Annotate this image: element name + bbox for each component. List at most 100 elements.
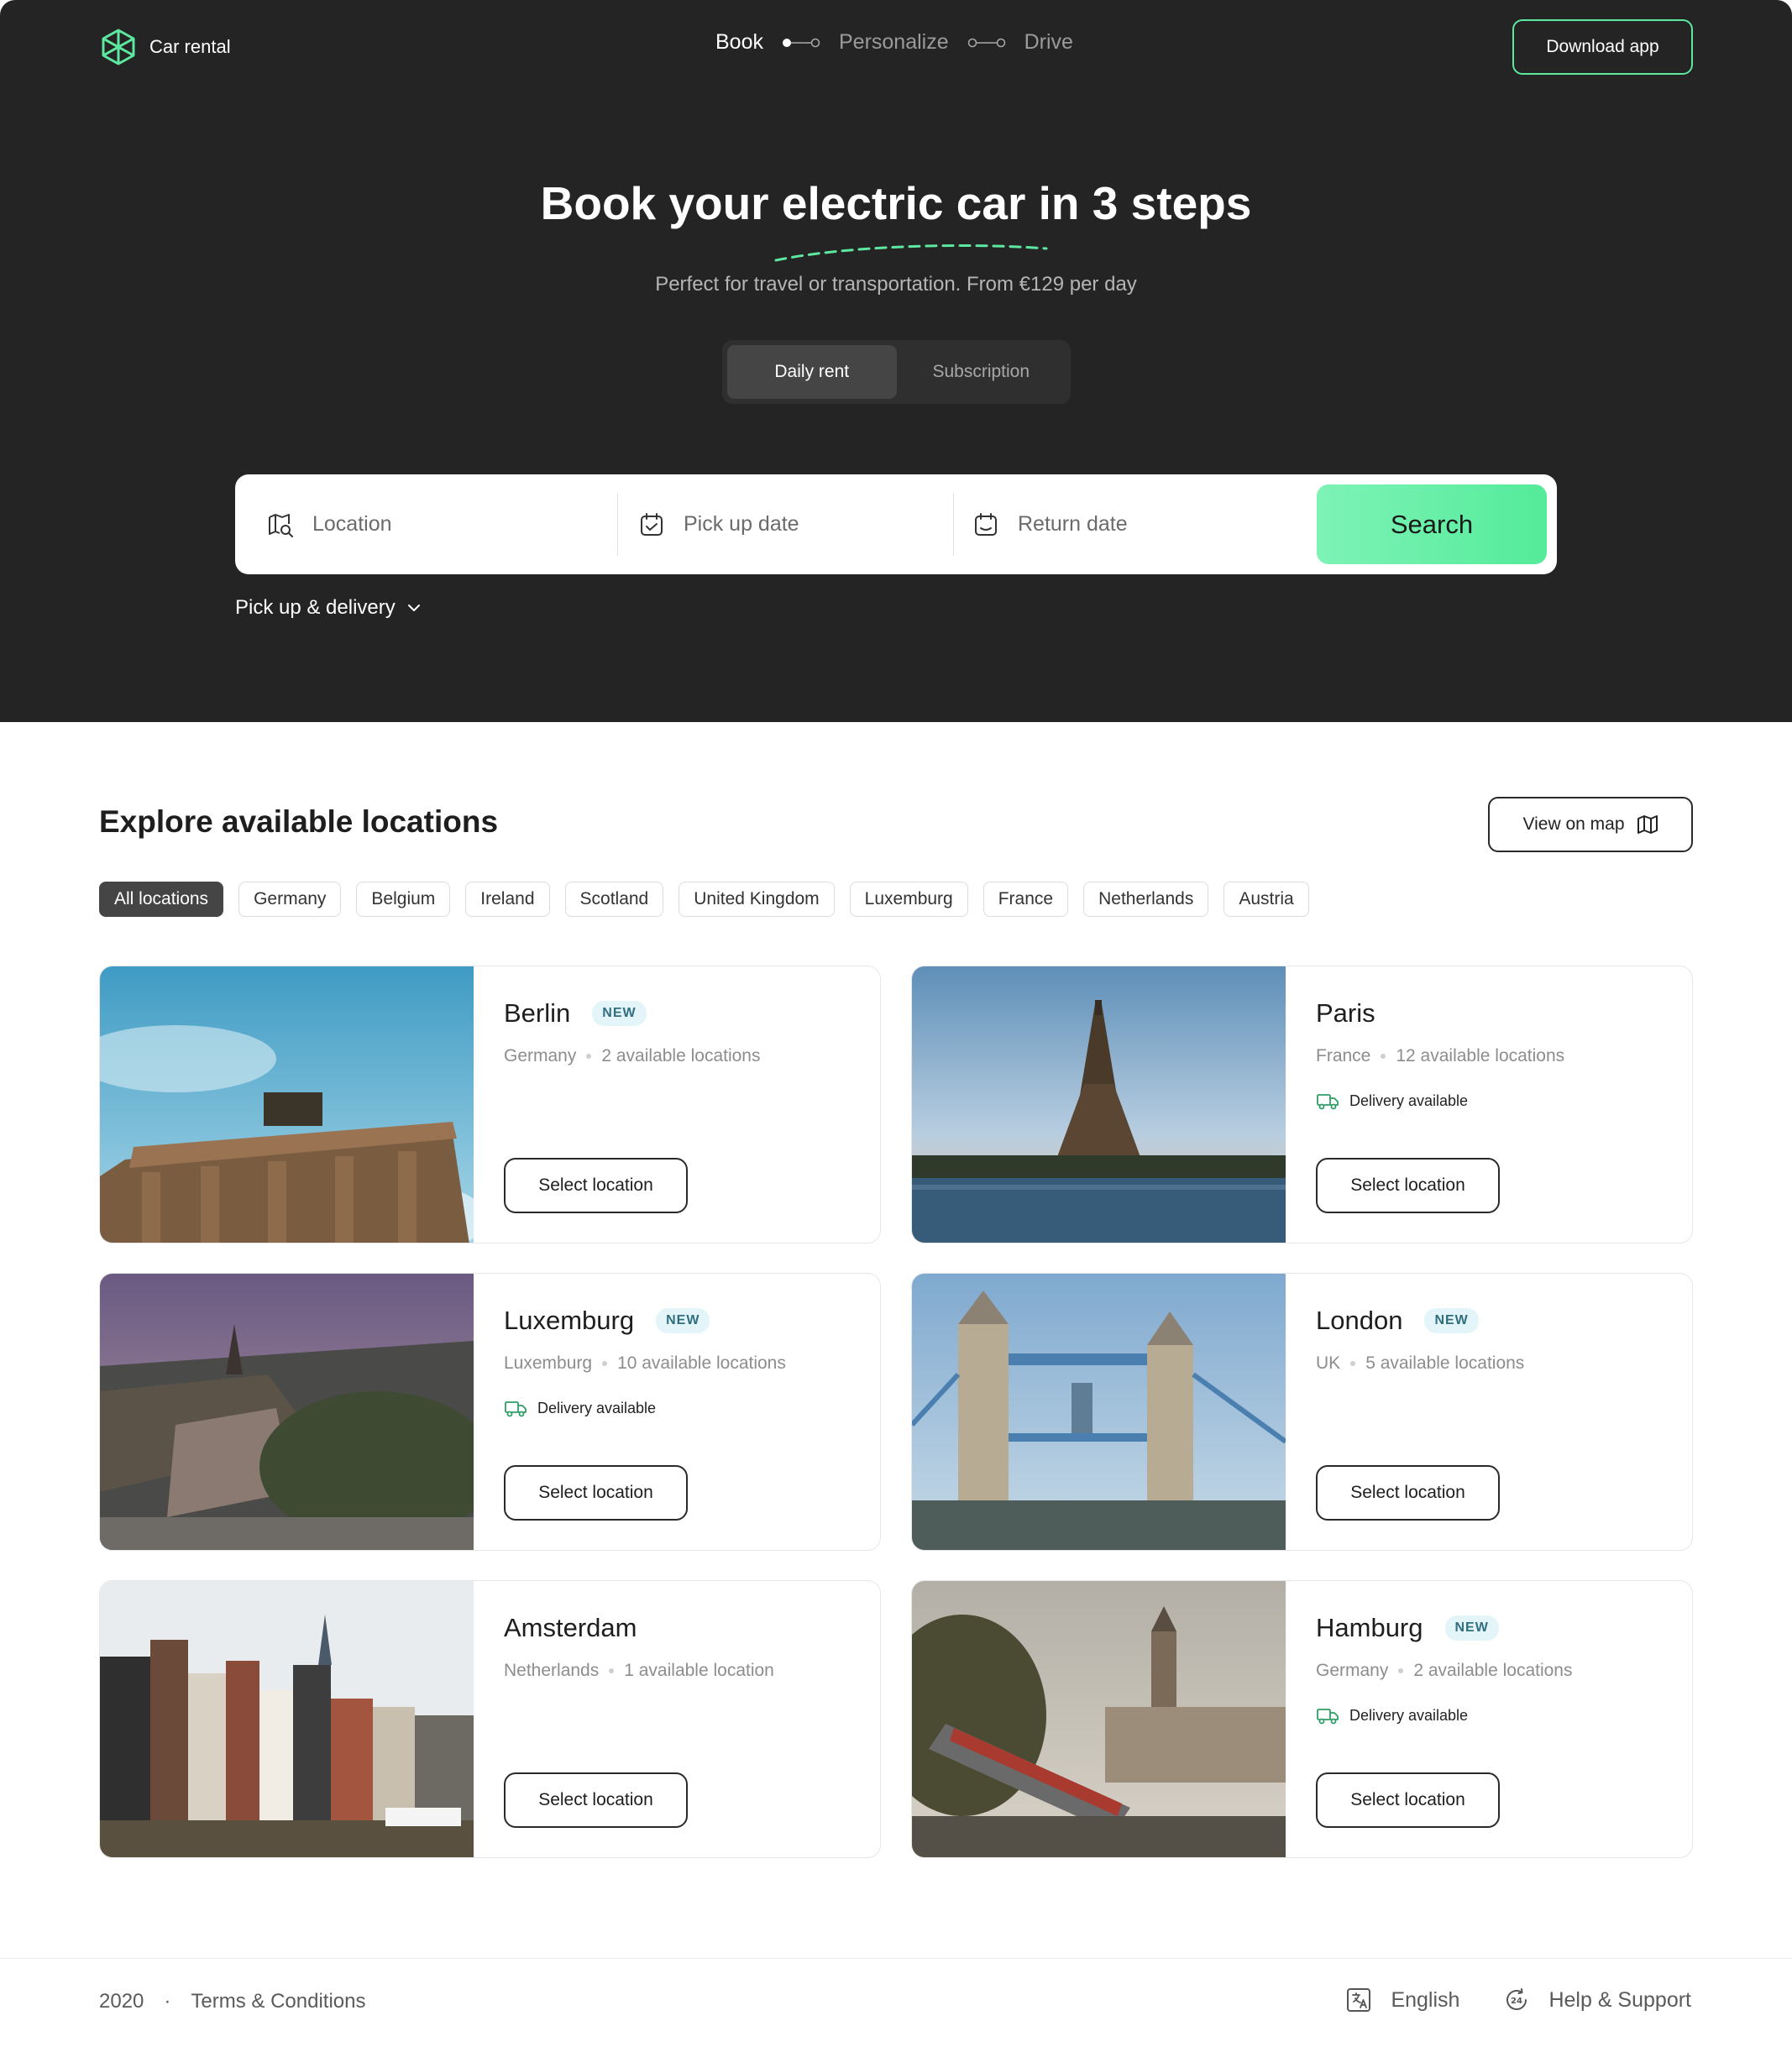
meta-separator-dot <box>1381 1054 1386 1059</box>
brand-name: Car rental <box>149 36 231 57</box>
card-title-row: Luxemburg NEW <box>504 1306 710 1336</box>
footer-divider <box>0 1958 1792 1959</box>
hero-title: Book your electric car in 3 steps <box>540 177 1252 229</box>
filter-chip-netherlands[interactable]: Netherlands <box>1083 882 1209 917</box>
location-card-paris[interactable]: Paris France 12 available locations Deli… <box>911 966 1693 1243</box>
card-meta: France 12 available locations <box>1316 1046 1564 1066</box>
footer-separator: · <box>164 1990 171 2013</box>
brand-logo[interactable]: Car rental <box>101 29 231 65</box>
select-location-button[interactable]: Select location <box>504 1772 688 1828</box>
view-on-map-label: View on map <box>1522 814 1625 834</box>
select-location-button[interactable]: Select location <box>1316 1772 1500 1828</box>
paris-photo <box>912 966 1286 1243</box>
delivery-label: Delivery available <box>1349 1706 1469 1724</box>
location-card-luxemburg[interactable]: Luxemburg NEW Luxemburg 10 available loc… <box>99 1273 881 1551</box>
new-badge: NEW <box>656 1308 710 1333</box>
hero-section: Car rental Book Personalize Drive Downlo… <box>0 0 1792 722</box>
map-search-icon <box>269 513 293 537</box>
card-title-row: Berlin NEW <box>504 998 647 1029</box>
pickup-delivery-dropdown[interactable]: Pick up & delivery <box>235 596 421 620</box>
filter-chip-luxemburg[interactable]: Luxemburg <box>849 882 968 917</box>
new-badge: NEW <box>592 1001 647 1026</box>
return-date-field[interactable]: Return date <box>972 474 1292 574</box>
footer-right: English 24 Help & Support <box>1345 1987 1691 2013</box>
translate-icon <box>1347 1988 1371 2012</box>
filter-chip-ireland[interactable]: Ireland <box>465 882 550 917</box>
terms-link[interactable]: Terms & Conditions <box>191 1990 365 2013</box>
calendar-icon <box>975 512 997 536</box>
language-selector[interactable]: English <box>1345 1987 1459 2013</box>
filter-chip-all[interactable]: All locations <box>99 882 224 917</box>
city-name: Luxemburg <box>504 1306 635 1335</box>
delivery-truck-icon <box>1317 1094 1339 1110</box>
select-location-button[interactable]: Select location <box>1316 1465 1500 1521</box>
location-count: 2 available locations <box>601 1046 761 1065</box>
location-card-amsterdam[interactable]: Amsterdam Netherlands 1 available locati… <box>99 1580 881 1858</box>
country-name: Luxemburg <box>504 1353 593 1373</box>
search-button[interactable]: Search <box>1317 484 1547 564</box>
select-location-button[interactable]: Select location <box>1316 1158 1500 1213</box>
search-bar: Location Pick up date Return date Search <box>235 474 1557 574</box>
city-name: Paris <box>1316 998 1375 1028</box>
city-name: Hamburg <box>1316 1613 1423 1642</box>
location-field[interactable]: Location <box>267 474 603 574</box>
step-drive[interactable]: Drive <box>1024 30 1073 55</box>
download-app-button[interactable]: Download app <box>1512 19 1693 75</box>
city-name: London <box>1316 1306 1403 1335</box>
card-title-row: Amsterdam <box>504 1613 637 1643</box>
return-date-placeholder: Return date <box>1018 512 1128 536</box>
card-meta: Germany 2 available locations <box>504 1046 760 1066</box>
card-body: London NEW UK 5 available locations Sele… <box>1316 1274 1692 1550</box>
card-body: Paris France 12 available locations Deli… <box>1316 966 1692 1243</box>
step-book[interactable]: Book <box>715 30 763 55</box>
step-personalize[interactable]: Personalize <box>839 30 949 55</box>
country-name: Netherlands <box>504 1661 600 1680</box>
pickup-date-placeholder: Pick up date <box>684 512 799 536</box>
rent-mode-toggle: Daily rent Subscription <box>722 340 1071 404</box>
mode-daily-rent[interactable]: Daily rent <box>727 345 897 399</box>
new-badge: NEW <box>1424 1308 1479 1333</box>
select-location-button[interactable]: Select location <box>504 1465 688 1521</box>
card-title-row: Hamburg NEW <box>1316 1613 1499 1643</box>
location-card-london[interactable]: London NEW UK 5 available locations Sele… <box>911 1273 1693 1551</box>
filter-chip-scotland[interactable]: Scotland <box>564 882 664 917</box>
card-meta: Netherlands 1 available location <box>504 1661 774 1681</box>
delivery-available: Delivery available <box>1316 1705 1468 1725</box>
booking-steps: Book Personalize Drive <box>715 30 1073 55</box>
help-support-label: Help & Support <box>1548 1987 1691 2012</box>
delivery-available: Delivery available <box>1316 1091 1468 1111</box>
country-name: Germany <box>504 1046 577 1065</box>
country-name: Germany <box>1316 1661 1389 1680</box>
pickup-date-field[interactable]: Pick up date <box>638 474 941 574</box>
location-placeholder: Location <box>312 512 392 536</box>
card-body: Hamburg NEW Germany 2 available location… <box>1316 1581 1692 1857</box>
location-card-hamburg[interactable]: Hamburg NEW Germany 2 available location… <box>911 1580 1693 1858</box>
filter-chip-united-kingdom[interactable]: United Kingdom <box>679 882 835 917</box>
delivery-available: Delivery available <box>504 1398 656 1418</box>
select-location-button[interactable]: Select location <box>504 1158 688 1213</box>
filter-chip-austria[interactable]: Austria <box>1223 882 1309 917</box>
city-name: Amsterdam <box>504 1613 637 1642</box>
card-meta: Luxemburg 10 available locations <box>504 1353 786 1374</box>
meta-separator-dot <box>1398 1668 1404 1673</box>
location-card-berlin[interactable]: Berlin NEW Germany 2 available locations… <box>99 966 881 1243</box>
step-connector-icon <box>782 38 820 47</box>
calendar-icon <box>641 512 663 536</box>
delivery-label: Delivery available <box>537 1399 657 1416</box>
meta-separator-dot <box>1350 1361 1356 1366</box>
map-icon <box>1637 815 1658 834</box>
filter-chip-germany[interactable]: Germany <box>238 882 342 917</box>
meta-separator-dot <box>586 1054 592 1059</box>
card-body: Amsterdam Netherlands 1 available locati… <box>504 1581 880 1857</box>
hero-subtitle: Perfect for travel or transportation. Fr… <box>655 273 1137 296</box>
card-title-row: London NEW <box>1316 1306 1479 1336</box>
filter-chip-belgium[interactable]: Belgium <box>356 882 451 917</box>
help-support-link[interactable]: 24 Help & Support <box>1503 1987 1691 2013</box>
filter-chip-france[interactable]: France <box>982 882 1069 917</box>
meta-separator-dot <box>609 1668 615 1673</box>
field-divider <box>953 493 954 556</box>
step-connector-icon <box>967 38 1005 47</box>
mode-subscription[interactable]: Subscription <box>897 345 1066 399</box>
card-meta: Germany 2 available locations <box>1316 1661 1572 1681</box>
view-on-map-button[interactable]: View on map <box>1488 797 1693 852</box>
